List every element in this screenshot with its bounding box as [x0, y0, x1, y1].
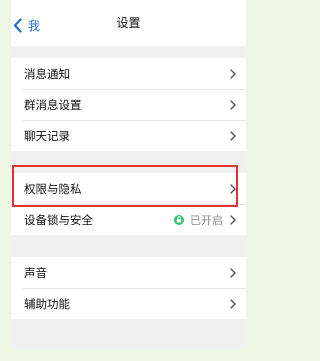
settings-item-label: 聊天记录: [24, 128, 70, 143]
settings-screen: 我 设置 消息通知 群消息设置 聊天记录 权限与隐私 设备锁与安全 已开启 声音…: [11, 0, 246, 349]
settings-item-chat-history[interactable]: 聊天记录: [11, 120, 246, 151]
settings-item-sound[interactable]: 声音: [11, 257, 246, 288]
settings-item-device-lock-security[interactable]: 设备锁与安全 已开启: [11, 204, 246, 235]
settings-item-label: 设备锁与安全: [24, 212, 93, 227]
chevron-right-icon: [230, 298, 236, 309]
settings-item-label: 群消息设置: [24, 97, 82, 112]
settings-item-group-message-settings[interactable]: 群消息设置: [11, 89, 246, 120]
settings-item-label: 辅助功能: [24, 296, 70, 311]
chevron-right-icon: [230, 267, 236, 278]
chevron-right-icon: [230, 99, 236, 110]
chevron-right-icon: [230, 214, 236, 225]
chevron-right-icon: [230, 183, 236, 194]
settings-item-label: 权限与隐私: [24, 181, 82, 196]
settings-item-accessibility[interactable]: 辅助功能: [11, 288, 246, 319]
settings-item-label: 消息通知: [24, 66, 70, 81]
settings-item-permissions-privacy[interactable]: 权限与隐私: [11, 173, 246, 204]
settings-group-notifications: 消息通知 群消息设置 聊天记录: [11, 58, 246, 151]
status-indicator: 已开启: [174, 212, 223, 228]
lock-icon: [174, 214, 184, 225]
navigation-bar: 我 设置: [11, 0, 246, 46]
settings-group-sound-accessibility: 声音 辅助功能: [11, 257, 246, 319]
chevron-right-icon: [230, 130, 236, 141]
settings-group-privacy-security: 权限与隐私 设备锁与安全 已开启: [11, 173, 246, 235]
status-text: 已开启: [190, 213, 223, 227]
settings-item-message-notifications[interactable]: 消息通知: [11, 58, 246, 89]
settings-item-label: 声音: [24, 265, 47, 280]
page-title: 设置: [116, 16, 141, 30]
chevron-right-icon: [230, 68, 236, 79]
